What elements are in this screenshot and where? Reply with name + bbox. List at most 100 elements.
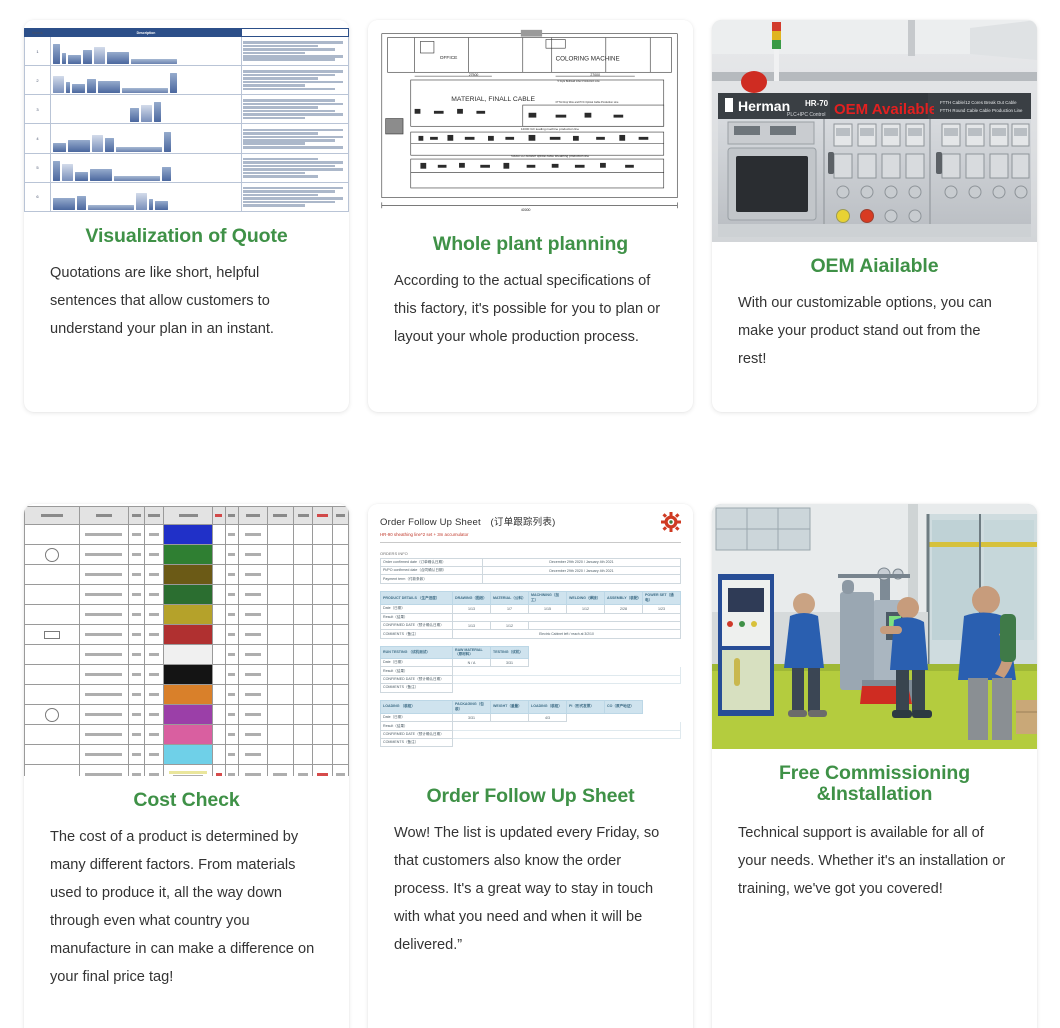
ss-cell: [143, 544, 165, 565]
ss-cell: [211, 604, 226, 625]
card-description: Quotations are like short, helpful sente…: [50, 265, 274, 337]
cell-text: [148, 673, 160, 676]
cell-text: [148, 533, 160, 536]
card-body: Visualization of Quote Quotations are li…: [24, 212, 349, 357]
cell: [528, 658, 681, 668]
ss-cell: [79, 684, 129, 705]
cell: 1/15: [528, 604, 567, 614]
grid-row-gap: [368, 412, 693, 504]
ss-cell: [143, 604, 165, 625]
grid-row-gap: [712, 412, 1037, 504]
orders-info-heading: ORDERS INFO: [380, 550, 408, 556]
cad-label-office: OFFICE: [440, 55, 458, 61]
ss-cell: [224, 604, 239, 625]
ss-cell: [331, 524, 349, 545]
quote-spec-lines: [241, 65, 349, 96]
ss-cell: [79, 724, 129, 745]
cell-text: [132, 633, 141, 636]
cell-text: [244, 553, 261, 556]
ss-cell-material: [163, 604, 213, 625]
cell-text: [244, 613, 261, 616]
cell-text: [132, 773, 141, 776]
ss-cell-picture: [24, 704, 81, 725]
card-order-follow-up-sheet[interactable]: Order Follow Up Sheet (订单跟踪列表) HR-90 she…: [368, 504, 693, 1028]
quotation-table: Items Description Specification 1 2 3 4 …: [24, 28, 349, 212]
section-col: PI（形式发票）: [566, 699, 605, 714]
ss-cell: [331, 684, 349, 705]
ss-cell: [143, 644, 165, 665]
ss-cell: [331, 624, 349, 645]
ss-cell: [266, 644, 294, 665]
ss-cell: [143, 564, 165, 585]
ss-cell: [292, 604, 314, 625]
cell-text: [169, 771, 208, 774]
ss-cell-material: [163, 684, 213, 705]
cell: N / A: [452, 658, 491, 668]
card-body: Order Follow Up Sheet Wow! The list is u…: [368, 772, 693, 973]
cell-text: [132, 733, 141, 736]
card-visualization-of-quote[interactable]: Items Description Specification 1 2 3 4 …: [24, 20, 349, 412]
ss-cell: [127, 764, 145, 776]
card-body: Cost Check The cost of a product is dete…: [24, 776, 349, 1005]
cell-text: [85, 773, 123, 776]
indicator-button-yellow: [836, 209, 850, 223]
ss-cell: [79, 564, 129, 585]
section-col: LOADING（装柜）: [528, 699, 567, 714]
table-row: Date（日期） 1/13 1/7 1/15 1/12 2/28 1/23: [380, 604, 681, 614]
cell-text: [132, 653, 141, 656]
document-title: Order Follow Up Sheet (订单跟踪列表): [380, 517, 556, 528]
cell-text: [228, 533, 236, 536]
svg-text:FTTH Drop Wire and PVC Optical: FTTH Drop Wire and PVC Optical Cable Pro…: [556, 101, 619, 104]
ss-cell: [211, 544, 226, 565]
cell-text: [244, 633, 261, 636]
cell-text: [244, 733, 261, 736]
ss-cell: [266, 724, 294, 745]
ss-cell: [127, 704, 145, 725]
oem-available-overlay: OEM Available: [834, 101, 937, 118]
ss-cell-material: [163, 564, 213, 585]
divider: [380, 542, 681, 543]
table-row: PI/PO confirmed date（合同确认日期） December 29…: [380, 566, 681, 576]
cell: Electric Cabinet left / reach at 3/2/10: [452, 629, 681, 639]
ss-cell: [237, 684, 268, 705]
table-row: CONFIRMED DATE（预计确认日期）: [380, 674, 681, 685]
material-color-swatch: [164, 605, 212, 624]
table-row: [24, 744, 349, 765]
ss-cell: [312, 764, 333, 776]
quote-row-number: 6: [24, 181, 51, 212]
cell-text: [228, 633, 236, 636]
section-filler: [528, 645, 681, 660]
cell-text: [317, 773, 328, 776]
quote-col-specification: Specification: [241, 28, 349, 37]
quote-machine-illustration: [49, 94, 243, 125]
cell-text: [148, 713, 160, 716]
ss-cell-picture: [24, 544, 81, 565]
cell-text: [148, 693, 160, 696]
cad-drawing: OFFICE COLORING MACHINE MATERIAL, FINALL…: [381, 29, 678, 212]
ss-cell: [127, 624, 145, 645]
card-cost-check[interactable]: Cost Check The cost of a product is dete…: [24, 504, 349, 1028]
ss-cell-picture: [24, 624, 81, 645]
cell: [566, 712, 681, 723]
indicator-button-red: [860, 209, 874, 223]
ss-cell: [331, 664, 349, 685]
ss-cell: [79, 544, 129, 565]
ss-cell: [292, 564, 314, 585]
ss-cell: [331, 744, 349, 765]
ss-cell: [127, 564, 145, 585]
cell-text: [228, 733, 236, 736]
cell-text: [85, 693, 123, 696]
product-details-table: PRODUCT DETAILS （生产进度） DRAWING（图纸） MATER…: [380, 590, 681, 639]
quotation-table-image: Items Description Specification 1 2 3 4 …: [24, 20, 349, 212]
ss-cell: [292, 524, 314, 545]
cell: [452, 612, 681, 622]
card-oem-available[interactable]: Herman HR-70 PLC+IPC Control OEM Availab…: [712, 20, 1037, 412]
ss-cell: [79, 524, 129, 545]
ss-cell: [79, 644, 129, 665]
card-title-line1: Free Commissioning: [778, 762, 971, 784]
card-free-commissioning-installation[interactable]: Free Commissioning &Installation Technic…: [712, 504, 1037, 1028]
card-whole-plant-planning[interactable]: OFFICE COLORING MACHINE MATERIAL, FINALL…: [368, 20, 693, 412]
control-cabinet-photo: Herman HR-70 PLC+IPC Control OEM Availab…: [712, 20, 1037, 242]
cell-text: [132, 593, 141, 596]
ss-cell: [224, 664, 239, 685]
